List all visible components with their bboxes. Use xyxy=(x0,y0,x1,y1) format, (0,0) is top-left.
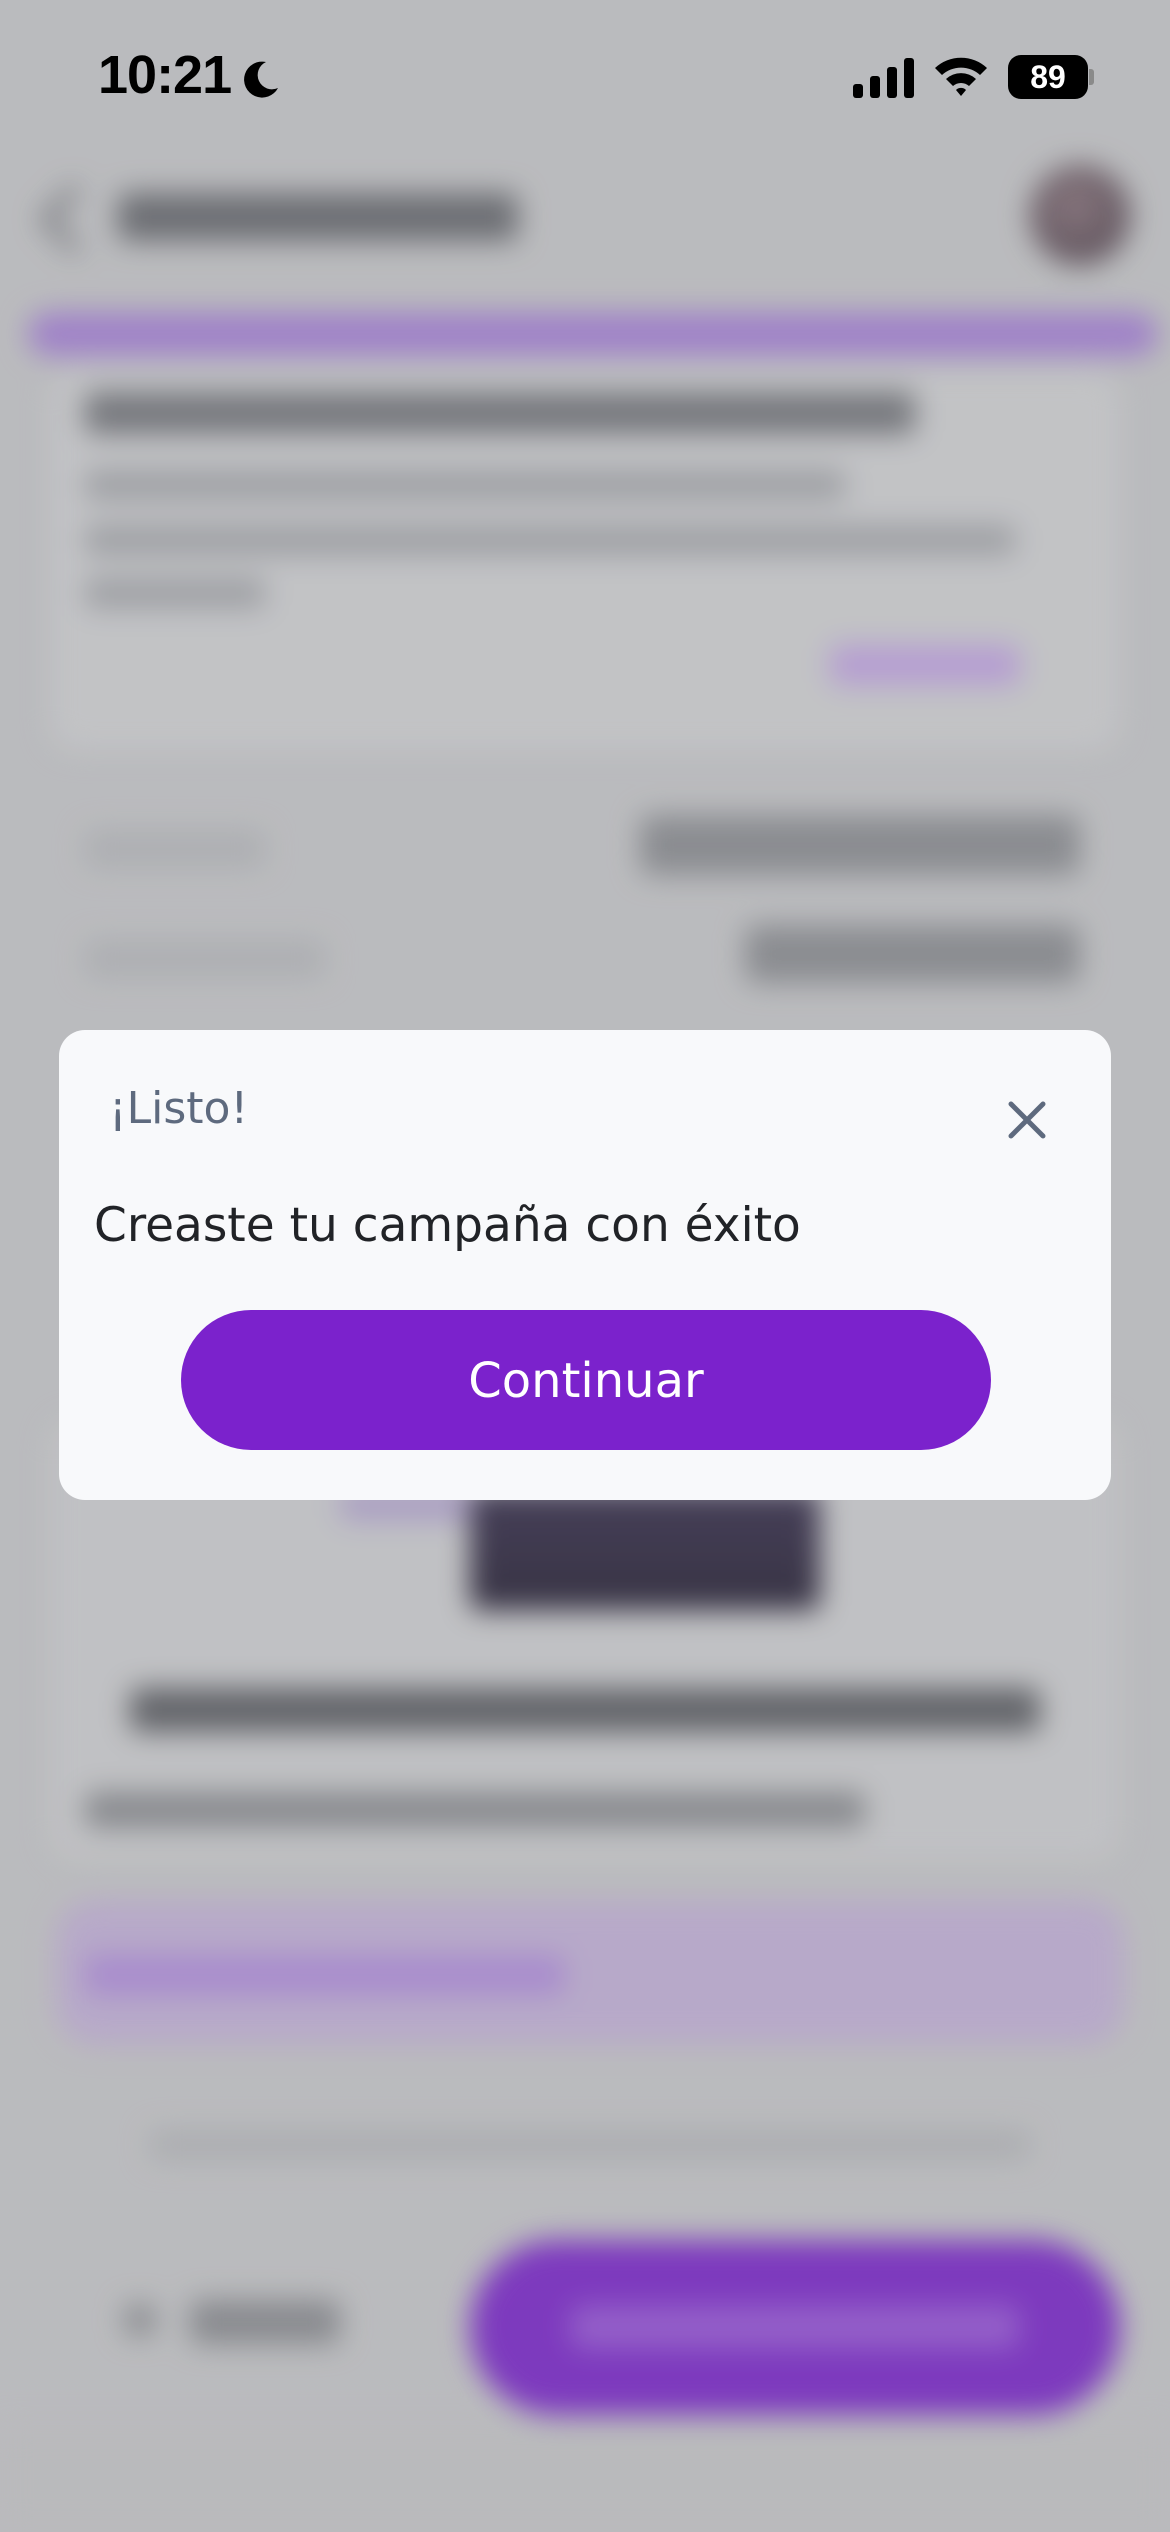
close-icon xyxy=(1008,1101,1046,1139)
dialog-title: ¡Listo! xyxy=(109,1083,249,1134)
battery-icon: 89 xyxy=(1008,55,1094,99)
continue-button[interactable]: Continuar xyxy=(181,1310,991,1450)
moon-icon xyxy=(244,61,278,98)
success-dialog: ¡Listo! Creaste tu campaña con éxito Con… xyxy=(59,1030,1111,1500)
close-button[interactable] xyxy=(997,1090,1057,1150)
status-bar: 10:21 89 xyxy=(0,0,1170,150)
signal-icon xyxy=(853,58,914,98)
battery-cap xyxy=(1089,69,1094,85)
dialog-message: Creaste tu campaña con éxito xyxy=(94,1198,801,1253)
battery-level: 89 xyxy=(1008,55,1088,99)
status-time: 10:21 xyxy=(98,45,232,105)
wifi-icon xyxy=(935,57,987,96)
